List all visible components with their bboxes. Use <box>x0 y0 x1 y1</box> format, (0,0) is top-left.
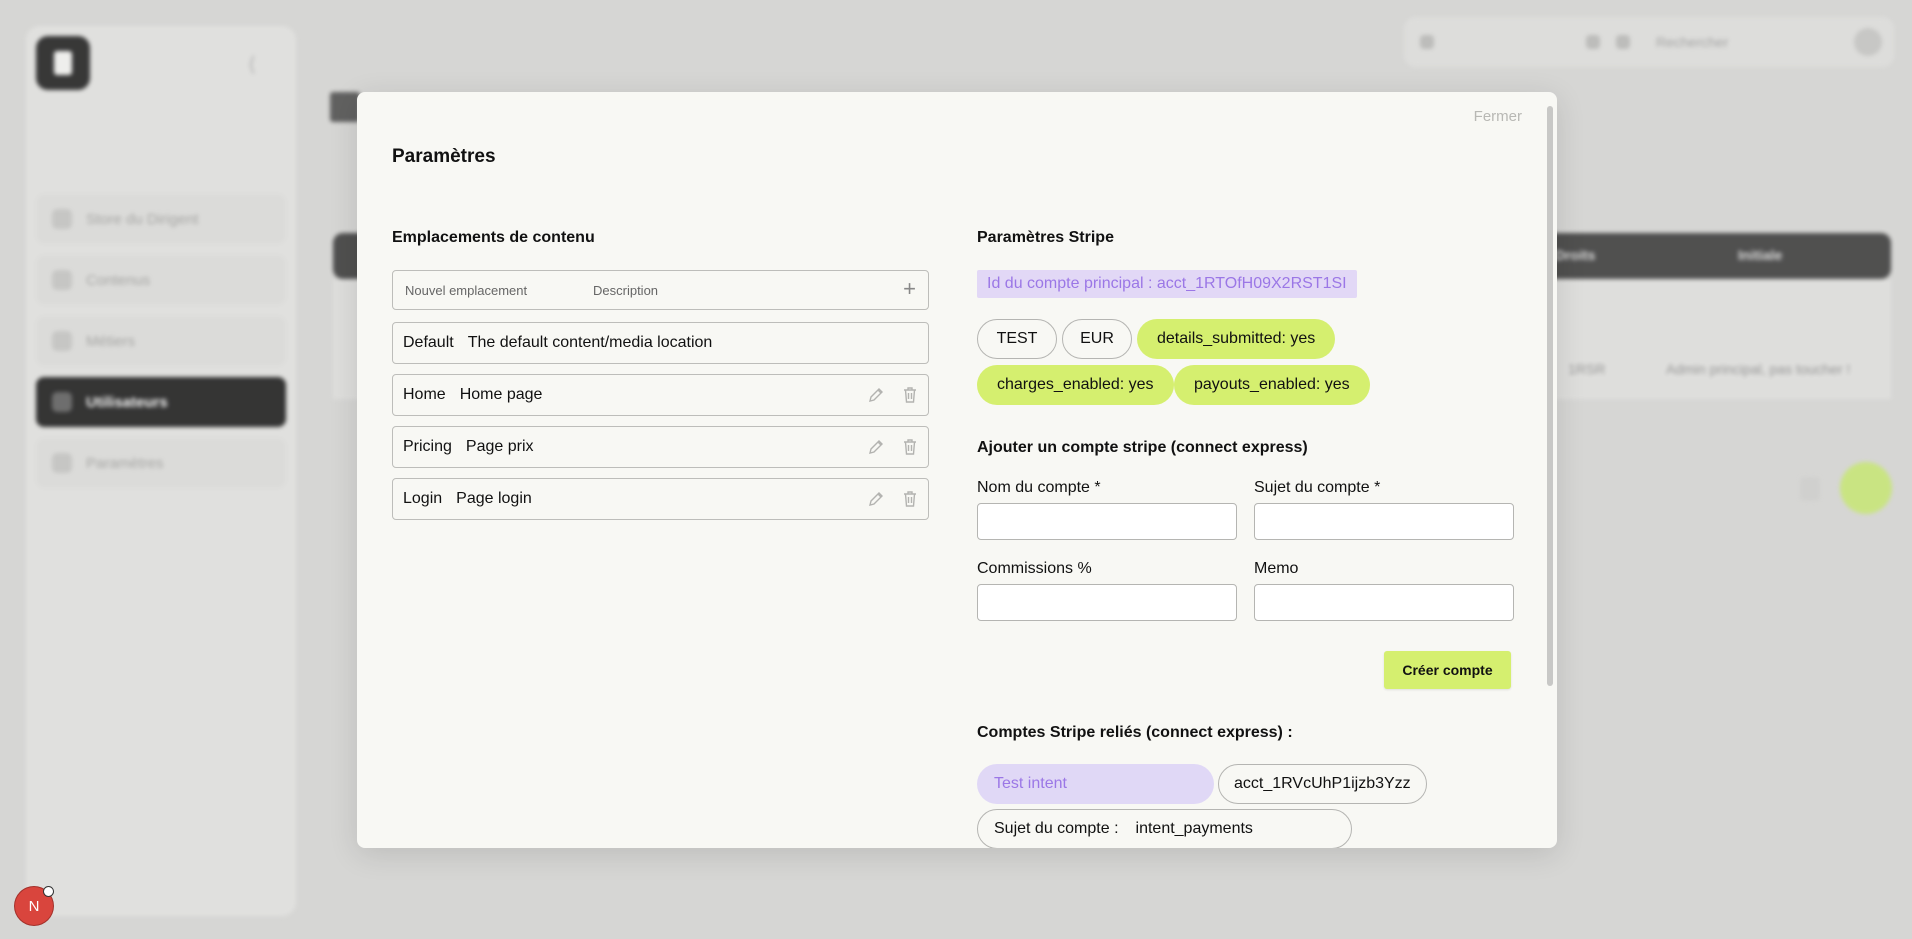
new-description-input[interactable]: Description <box>593 283 658 298</box>
location-description: Page prix <box>465 438 534 455</box>
sidebar-item-store[interactable]: Store du Dirigent <box>36 194 286 244</box>
account-subject-input[interactable] <box>1254 503 1514 540</box>
settings-modal: Fermer Paramètres Emplacements de conten… <box>357 92 1557 848</box>
create-account-button[interactable]: Créer compte <box>1384 651 1511 689</box>
location-description: Page login <box>456 490 532 507</box>
linked-accounts-title: Comptes Stripe reliés (connect express) … <box>977 724 1293 741</box>
edit-pencil-icon[interactable] <box>867 438 885 456</box>
mode-chip: TEST <box>977 319 1057 359</box>
trash-icon[interactable] <box>902 438 918 456</box>
location-row-pricing: Pricing Page prix <box>392 426 929 468</box>
main-account-id: Id du compte principal : acct_1RTOfH09X2… <box>977 270 1357 298</box>
status-dot <box>43 886 54 897</box>
menu-icon[interactable] <box>1420 35 1434 49</box>
content-icon <box>52 270 72 290</box>
sidebar-item-metiers[interactable]: Métiers <box>36 316 286 366</box>
sidebar-item-contenus[interactable]: Contenus <box>36 255 286 305</box>
location-row-login: Login Page login <box>392 478 929 520</box>
sidebar-item-label: Métiers <box>86 332 136 350</box>
app-logo <box>36 36 90 90</box>
location-row-default: Default The default content/media locati… <box>392 322 929 364</box>
location-description: The default content/media location <box>467 334 713 351</box>
location-description: Home page <box>459 386 543 403</box>
close-button[interactable]: Fermer <box>1474 108 1522 125</box>
settings-icon[interactable] <box>1616 35 1630 49</box>
badge-letter: N <box>28 897 40 915</box>
sidebar-nav: Store du Dirigent Contenus Métiers Utili… <box>36 194 286 499</box>
account-name-input[interactable] <box>977 503 1237 540</box>
details-submitted-chip: details_submitted: yes <box>1137 319 1336 359</box>
collapse-icon: ⟨ <box>248 54 256 76</box>
sidebar-item-utilisateurs[interactable]: Utilisateurs <box>36 377 286 427</box>
user-icon <box>52 392 72 412</box>
avatar[interactable] <box>1854 28 1882 56</box>
sidebar-item-label: Contenus <box>86 271 151 289</box>
location-name: Default <box>403 334 454 351</box>
linked-account-name[interactable]: Test intent <box>977 764 1214 804</box>
table-cell: 1RSR <box>1568 361 1606 377</box>
trash-icon[interactable] <box>902 490 918 508</box>
top-bar: Rechercher <box>1404 17 1894 67</box>
filter-icon[interactable] <box>1800 477 1820 501</box>
chart-icon <box>52 331 72 351</box>
edit-pencil-icon[interactable] <box>867 386 885 404</box>
store-icon <box>52 209 72 229</box>
memo-label: Memo <box>1254 560 1299 577</box>
add-icon[interactable]: + <box>903 277 916 301</box>
linked-account-subject: Sujet du compte : intent_payments <box>977 809 1352 848</box>
sidebar-item-label: Utilisateurs <box>86 393 168 411</box>
charges-enabled-chip: charges_enabled: yes <box>977 365 1174 405</box>
location-name: Home <box>403 386 446 403</box>
locations-title: Emplacements de contenu <box>392 229 595 246</box>
new-location-row: Nouvel emplacement Description + <box>392 270 929 310</box>
scrollbar-thumb[interactable] <box>1547 106 1553 686</box>
table-cell: Admin principal, pas toucher ! <box>1666 361 1851 377</box>
dropdown-icon[interactable] <box>1586 35 1600 49</box>
memo-input[interactable] <box>1254 584 1514 621</box>
subject-value: intent_payments <box>1135 820 1253 837</box>
column-header[interactable]: Droits <box>1555 247 1595 263</box>
edit-pencil-icon[interactable] <box>867 490 885 508</box>
add-fab-button[interactable] <box>1840 462 1892 514</box>
page-title <box>330 92 360 122</box>
new-location-input[interactable]: Nouvel emplacement <box>405 283 527 298</box>
column-header[interactable]: Initiale <box>1738 247 1782 263</box>
trash-icon[interactable] <box>902 386 918 404</box>
dev-tools-badge[interactable]: N <box>15 886 54 925</box>
search-input[interactable]: Rechercher <box>1656 34 1838 50</box>
commissions-label: Commissions % <box>977 560 1092 577</box>
payouts-enabled-chip: payouts_enabled: yes <box>1174 365 1370 405</box>
add-account-title: Ajouter un compte stripe (connect expres… <box>977 439 1308 456</box>
account-subject-label: Sujet du compte * <box>1254 479 1381 496</box>
gear-icon <box>52 453 72 473</box>
sidebar-item-label: Paramètres <box>86 454 164 472</box>
modal-title: Paramètres <box>392 146 496 167</box>
stripe-title: Paramètres Stripe <box>977 229 1114 246</box>
currency-chip: EUR <box>1062 319 1132 359</box>
commissions-input[interactable] <box>977 584 1237 621</box>
location-name: Pricing <box>403 438 452 455</box>
sidebar-item-label: Store du Dirigent <box>86 210 199 228</box>
subject-label: Sujet du compte : <box>994 820 1119 837</box>
sidebar: ⟨ Store du Dirigent Contenus Métiers Uti… <box>26 26 296 916</box>
linked-account-id: acct_1RVcUhP1ijzb3Yzz <box>1218 764 1427 804</box>
location-name: Login <box>403 490 443 507</box>
account-name-label: Nom du compte * <box>977 479 1101 496</box>
location-row-home: Home Home page <box>392 374 929 416</box>
sidebar-item-parametres[interactable]: Paramètres <box>36 438 286 488</box>
